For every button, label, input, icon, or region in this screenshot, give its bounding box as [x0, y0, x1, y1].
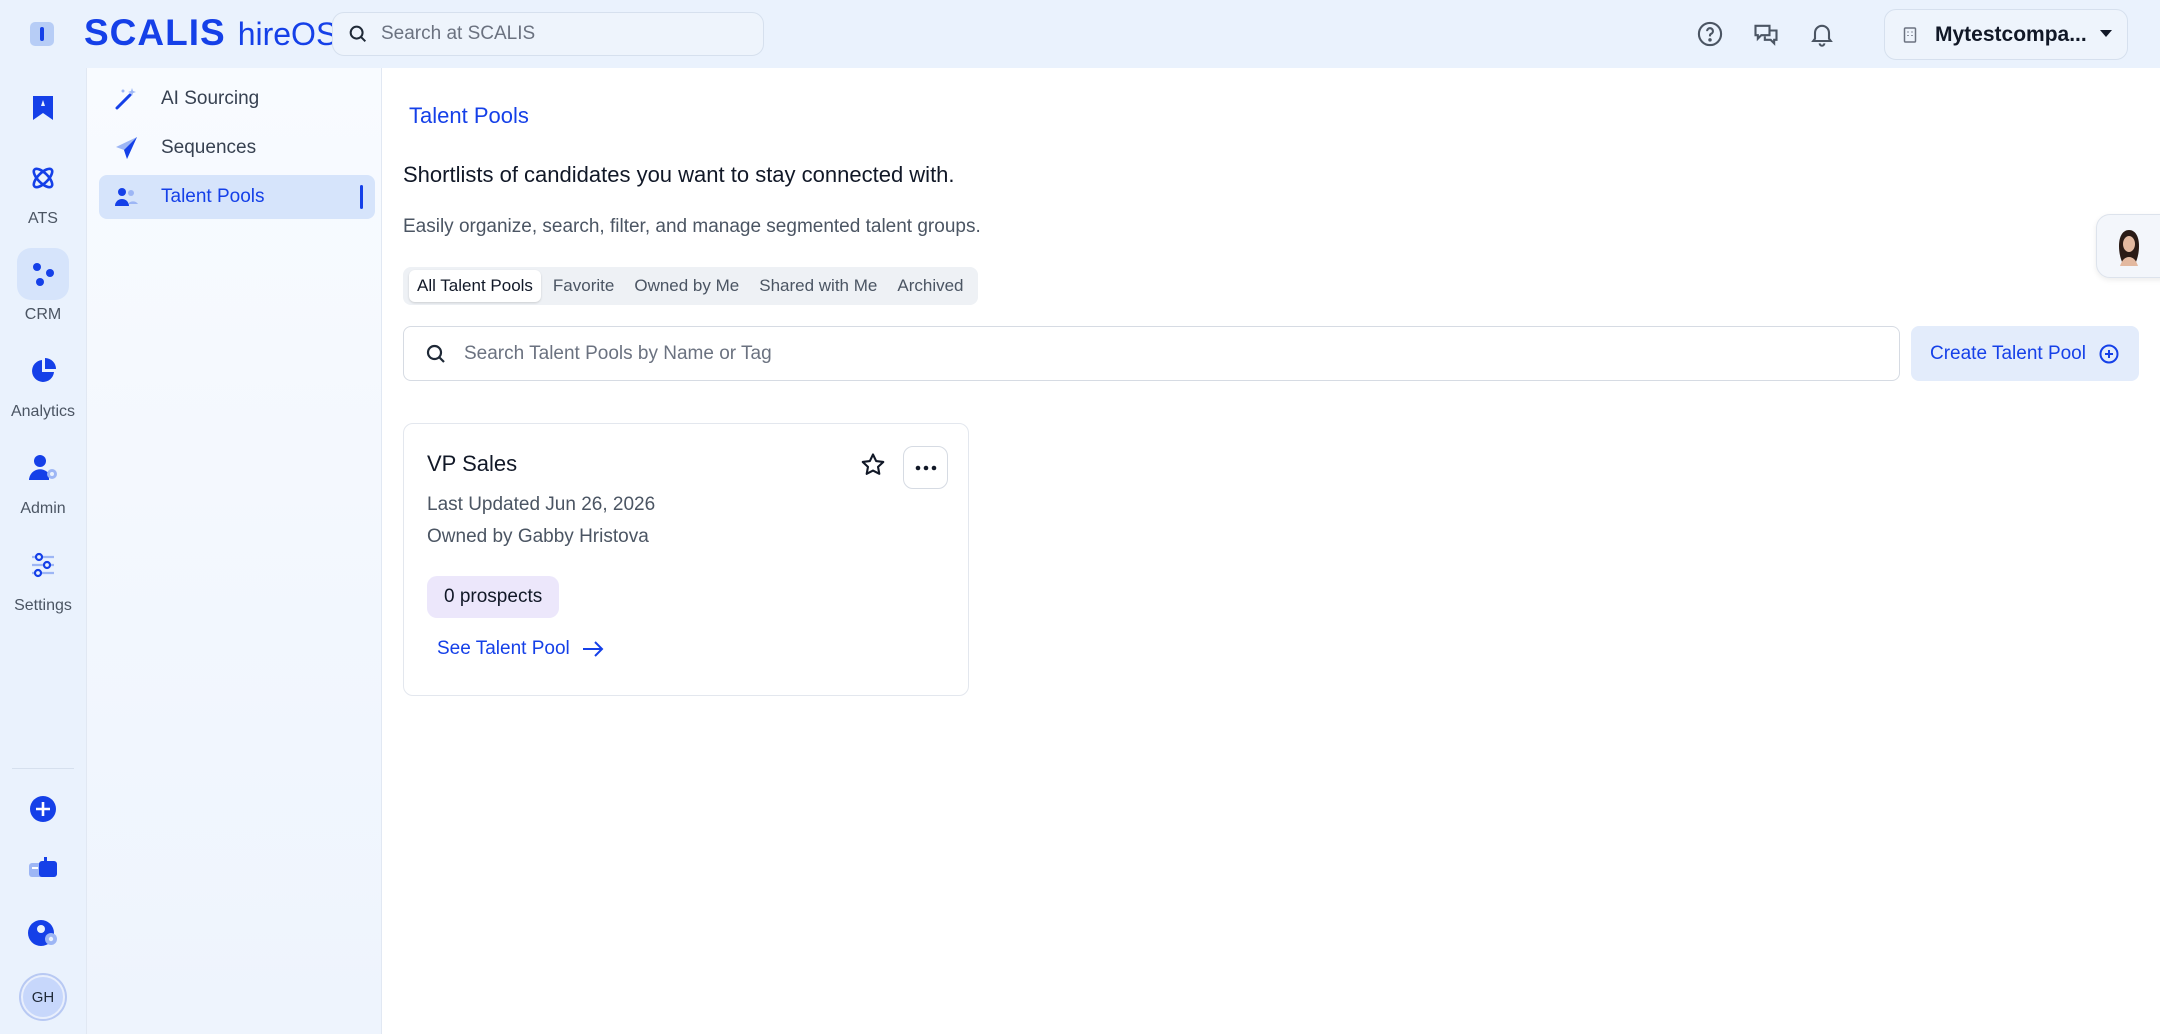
- talent-pool-card[interactable]: VP Sales Last Updated Jun 26, 2026 Owned…: [403, 423, 969, 696]
- rail-item-add[interactable]: [0, 783, 86, 835]
- company-name: Mytestcompa...: [1935, 22, 2087, 46]
- talent-pool-title: VP Sales: [427, 451, 518, 476]
- company-switcher[interactable]: Mytestcompa...: [1884, 9, 2128, 60]
- more-horizontal-icon: [915, 465, 936, 470]
- prospects-badge: 0 prospects: [427, 576, 560, 618]
- help-icon[interactable]: [1694, 18, 1726, 50]
- rail-item-mailbox[interactable]: [0, 843, 86, 895]
- rail-label-analytics: Analytics: [10, 403, 76, 420]
- chevron-down-icon: [2099, 26, 2113, 44]
- pie-chart-icon: [17, 345, 69, 397]
- search-icon: [349, 25, 367, 43]
- user-avatar[interactable]: GH: [21, 975, 65, 1019]
- rail-item-analytics[interactable]: Analytics: [0, 345, 86, 421]
- support-agent-avatar-icon: [2119, 230, 2139, 266]
- subnav-item-ai-sourcing[interactable]: AI Sourcing: [99, 77, 375, 121]
- more-options-button[interactable]: [903, 446, 948, 489]
- subnav-label: Talent Pools: [161, 186, 265, 207]
- page-description: Easily organize, search, filter, and man…: [403, 216, 981, 237]
- breadcrumb[interactable]: Talent Pools: [409, 103, 529, 129]
- tab-favorite[interactable]: Favorite: [545, 270, 622, 302]
- users-icon: [115, 188, 138, 206]
- brand-product: hireOS: [237, 16, 338, 52]
- main-content: Talent Pools Shortlists of candidates yo…: [382, 68, 2160, 1034]
- create-talent-pool-button[interactable]: Create Talent Pool: [1911, 326, 2139, 381]
- atom-icon: [17, 152, 69, 204]
- tab-archived[interactable]: Archived: [889, 270, 971, 302]
- subnav-label: AI Sourcing: [161, 88, 260, 109]
- tab-all-talent-pools[interactable]: All Talent Pools: [409, 270, 541, 302]
- messages-icon[interactable]: [1750, 18, 1782, 50]
- rail-label-crm: CRM: [24, 306, 62, 323]
- notification-bell-icon[interactable]: [1806, 18, 1838, 50]
- mailbox-icon: [17, 843, 69, 895]
- owner: Owned by Gabby Hristova: [427, 526, 649, 547]
- talent-pool-search-placeholder: Search Talent Pools by Name or Tag: [464, 342, 772, 364]
- rail-label-ats: ATS: [28, 210, 58, 227]
- building-icon: [1901, 26, 1919, 44]
- search-icon: [426, 344, 445, 363]
- sidebar-toggle-button[interactable]: [30, 22, 54, 46]
- crm-dots-icon: [17, 248, 69, 300]
- rail-divider: [12, 768, 74, 769]
- plus-circle-icon: [17, 783, 69, 835]
- tab-shared-with-me[interactable]: Shared with Me: [751, 270, 885, 302]
- subnav-item-talent-pools[interactable]: Talent Pools: [99, 175, 375, 219]
- subnav-item-sequences[interactable]: Sequences: [99, 126, 375, 170]
- support-avatar-button[interactable]: [2096, 214, 2160, 278]
- subnav-label: Sequences: [161, 137, 257, 158]
- rail-item-crm[interactable]: CRM: [0, 248, 86, 324]
- see-talent-pool-label: See Talent Pool: [437, 638, 570, 659]
- arrow-right-icon: [582, 641, 604, 657]
- star-icon[interactable]: [859, 451, 887, 484]
- paper-plane-icon: [116, 137, 137, 159]
- brand[interactable]: SCALIS hireOS: [84, 12, 337, 56]
- global-search-input[interactable]: Search at SCALIS: [332, 12, 764, 56]
- sliders-icon: [17, 539, 69, 591]
- last-updated: Last Updated Jun 26, 2026: [427, 494, 656, 515]
- page-headline: Shortlists of candidates you want to sta…: [403, 162, 955, 187]
- see-talent-pool-link[interactable]: See Talent Pool: [437, 638, 604, 660]
- rail-item-admin[interactable]: Admin: [0, 442, 86, 518]
- create-talent-pool-label: Create Talent Pool: [1930, 342, 2086, 364]
- user-settings-icon: [17, 907, 69, 959]
- active-indicator: [360, 185, 363, 209]
- top-bar: SCALIS hireOS Search at SCALIS Mytestcom…: [0, 0, 2160, 68]
- rail-item-ats[interactable]: ATS: [0, 152, 86, 228]
- primary-nav-rail: ATS CRM Analytics Admin Settings GH: [0, 68, 86, 1034]
- filter-tabs: All Talent Pools Favorite Owned by Me Sh…: [403, 267, 978, 305]
- plus-circle-icon: [2099, 344, 2119, 363]
- bookmark-icon: [17, 82, 69, 134]
- rail-item-account[interactable]: [0, 907, 86, 959]
- rail-item-settings[interactable]: Settings: [0, 539, 86, 615]
- rail-item-bookmarks[interactable]: [0, 82, 86, 134]
- magic-wand-icon: [115, 88, 136, 110]
- rail-label-admin: Admin: [20, 500, 66, 517]
- admin-user-icon: [17, 442, 69, 494]
- tab-owned-by-me[interactable]: Owned by Me: [626, 270, 747, 302]
- rail-label-settings: Settings: [14, 597, 72, 614]
- global-search-placeholder: Search at SCALIS: [381, 23, 536, 44]
- brand-logo: SCALIS: [84, 12, 226, 53]
- talent-pool-search-input[interactable]: Search Talent Pools by Name or Tag: [403, 326, 1900, 381]
- crm-subnav: AI Sourcing Sequences Talent Pools: [86, 68, 382, 1034]
